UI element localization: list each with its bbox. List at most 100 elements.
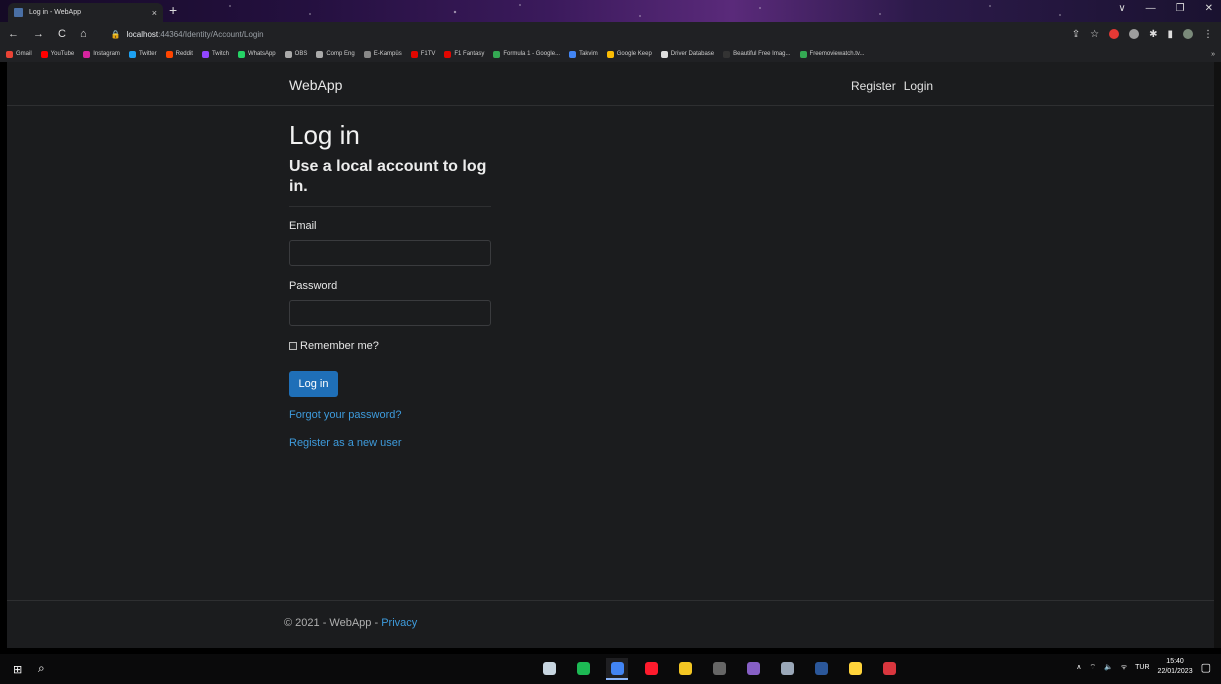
bookmark-item[interactable]: Instagram <box>83 50 120 58</box>
windows-taskbar: ⊞ ⌕ ∧ ⌔ 🔈 ᯤ TUR 15:40 22/01/2023 ▢ <box>0 654 1221 684</box>
bookmark-favicon-icon <box>606 50 614 58</box>
bookmark-favicon-icon <box>40 50 48 58</box>
taskbar-app-file-explorer-icon[interactable] <box>674 658 696 680</box>
bookmark-item[interactable]: F1TV <box>410 50 435 58</box>
lock-icon: 🔒 <box>110 29 121 39</box>
bookmark-label: Comp Eng <box>326 51 355 57</box>
windows-start-icon[interactable]: ⊞ <box>13 663 22 676</box>
email-field[interactable] <box>289 240 491 266</box>
browser-toolbar: ← → C ⌂ 🔒 localhost :44364/Identity/Acco… <box>0 22 1221 46</box>
forgot-password-link[interactable]: Forgot your password? <box>289 409 402 421</box>
url-path: :44364/Identity/Account/Login <box>158 29 264 39</box>
nav-register-link[interactable]: Register <box>851 79 896 93</box>
bookmark-label: Reddit <box>175 51 193 57</box>
taskbar-app-app-blue-icon[interactable] <box>776 658 798 680</box>
bookmark-label: Freemoviewatch.tv... <box>809 51 865 57</box>
taskbar-app-python-icon[interactable] <box>844 658 866 680</box>
bookmark-favicon-icon <box>493 50 501 58</box>
tab-close-icon[interactable]: × <box>152 8 157 18</box>
taskbar-search-icon[interactable]: ⌕ <box>38 661 45 676</box>
register-new-user-link[interactable]: Register as a new user <box>289 437 402 449</box>
python-icon <box>848 661 862 675</box>
notification-center-icon[interactable]: ▢ <box>1201 661 1211 674</box>
url-host: localhost <box>126 29 159 39</box>
bookmark-item[interactable]: Comp Eng <box>316 50 355 58</box>
bookmark-item[interactable]: Formula 1 - Google... <box>493 50 560 58</box>
page-favicon-icon <box>14 8 23 17</box>
bookmark-item[interactable]: E-Kampüs <box>363 50 402 58</box>
taskbar-app-visual-studio-icon[interactable] <box>742 658 764 680</box>
taskbar-app-spotify-icon[interactable] <box>572 658 594 680</box>
login-submit-button[interactable]: Log in <box>289 371 338 397</box>
visual-studio-icon <box>746 661 760 675</box>
bookmark-item[interactable]: Freemoviewatch.tv... <box>799 50 865 58</box>
footer-copyright: © 2021 - WebApp - <box>284 617 382 629</box>
page-subtitle: Use a local account to log in. <box>289 158 487 195</box>
new-tab-button[interactable]: + <box>169 3 177 17</box>
remember-me-checkbox[interactable] <box>289 342 297 350</box>
bookmark-item[interactable]: Google Keep <box>606 50 652 58</box>
bookmark-item[interactable]: YouTube <box>40 50 75 58</box>
volume-icon[interactable]: 🔈 <box>1104 663 1113 671</box>
taskbar-app-terminal-icon[interactable] <box>708 658 730 680</box>
chrome-icon <box>610 661 624 675</box>
home-icon[interactable]: ⌂ <box>80 28 87 40</box>
bookmark-favicon-icon <box>83 50 91 58</box>
bookmark-star-icon[interactable]: ☆ <box>1090 29 1099 40</box>
nav-login-link[interactable]: Login <box>904 79 933 93</box>
side-panel-icon[interactable]: ▮ <box>1167 29 1173 40</box>
back-icon[interactable]: ← <box>8 28 19 40</box>
reload-icon[interactable]: C <box>58 28 66 40</box>
site-brand-link[interactable]: WebApp <box>289 77 342 93</box>
profile-avatar-icon[interactable] <box>1183 29 1193 39</box>
restore-icon[interactable]: ❐ <box>1176 3 1185 14</box>
wifi-icon[interactable]: ᯤ <box>1121 663 1127 672</box>
extension-adblock-icon[interactable] <box>1109 29 1120 39</box>
bookmark-item[interactable]: Gmail <box>6 50 32 58</box>
password-field[interactable] <box>289 300 491 326</box>
bookmark-item[interactable]: WhatsApp <box>237 50 276 58</box>
tray-chevron-icon[interactable]: ∧ <box>1076 663 1081 671</box>
taskbar-app-opera-icon[interactable] <box>640 658 662 680</box>
bookmark-favicon-icon <box>723 50 731 58</box>
terminal-icon <box>712 661 726 675</box>
bookmark-item[interactable]: Takvim <box>569 50 598 58</box>
minimize-icon[interactable]: — <box>1146 3 1156 14</box>
forward-icon[interactable]: → <box>33 28 44 40</box>
bookmark-item[interactable]: Twitch <box>201 50 229 58</box>
bookmark-item[interactable]: Twitter <box>128 50 157 58</box>
clock-time: 15:40 <box>1166 658 1184 665</box>
network-icon[interactable]: ⌔ <box>1089 663 1096 672</box>
opera-icon <box>644 661 658 675</box>
extensions-puzzle-icon[interactable]: ✱ <box>1149 29 1157 40</box>
bookmark-item[interactable]: Driver Database <box>660 50 714 58</box>
close-window-icon[interactable]: ✕ <box>1205 3 1213 14</box>
taskbar-app-word-icon[interactable] <box>810 658 832 680</box>
taskbar-app-steam-icon[interactable] <box>538 658 560 680</box>
site-navbar: WebApp Register Login <box>7 62 1214 106</box>
menu-kebab-icon[interactable]: ⋮ <box>1203 29 1213 40</box>
address-bar[interactable]: 🔒 localhost :44364/Identity/Account/Logi… <box>111 30 264 39</box>
tab-search-icon[interactable]: ∨ <box>1118 3 1125 14</box>
extension-icon[interactable] <box>1129 29 1140 39</box>
bookmark-item[interactable]: OBS <box>284 50 307 58</box>
share-icon[interactable]: ⇪ <box>1072 29 1080 40</box>
bookmark-favicon-icon <box>316 50 324 58</box>
browser-tab[interactable]: Log in - WebApp × <box>8 3 163 22</box>
bookmark-label: YouTube <box>50 51 75 57</box>
bookmark-item[interactable]: F1 Fantasy <box>444 50 484 58</box>
steam-icon <box>542 661 556 675</box>
bookmark-label: Beautiful Free Imag... <box>733 51 791 57</box>
language-indicator[interactable]: TUR <box>1135 664 1149 671</box>
taskbar-clock[interactable]: 15:40 22/01/2023 <box>1158 657 1193 677</box>
taskbar-app-chrome-icon[interactable] <box>606 658 628 680</box>
toolbar-actions: ⇪ ☆ ✱ ▮ ⋮ <box>1072 29 1213 40</box>
bookmark-item[interactable]: Beautiful Free Imag... <box>723 50 791 58</box>
footer-privacy-link[interactable]: Privacy <box>381 617 417 629</box>
taskbar-app-app-red-icon[interactable] <box>878 658 900 680</box>
bookmarks-overflow-icon[interactable]: » <box>1211 51 1215 58</box>
remember-me-label[interactable]: Remember me? <box>300 340 379 352</box>
bookmark-label: E-Kampüs <box>373 51 402 57</box>
bookmark-item[interactable]: Reddit <box>165 50 193 58</box>
tab-title: Log in - WebApp <box>29 9 82 16</box>
